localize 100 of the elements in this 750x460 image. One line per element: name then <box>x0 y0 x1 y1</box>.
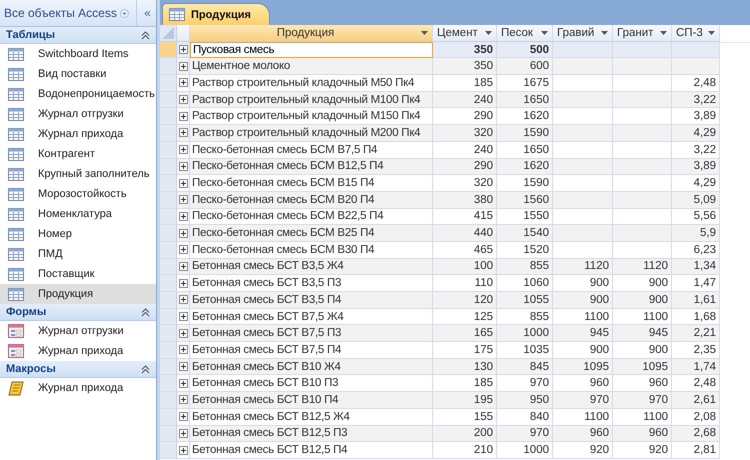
nav-item[interactable]: Журнал прихода <box>0 124 156 144</box>
table-cell: Бетонная смесь БСТ В10 П4 <box>190 392 433 409</box>
table-cell: 1095 <box>613 358 672 376</box>
table-icon <box>8 228 24 240</box>
table-cell: Песко-бетонная смесь БСМ В20 П4 <box>190 192 433 209</box>
table-cell: Раствор строительный кладочный М200 Пк4 <box>190 125 433 142</box>
expand-icon[interactable] <box>178 378 188 388</box>
table-icon <box>169 8 185 21</box>
column-header[interactable]: Гравий <box>553 25 613 42</box>
table-cell: 970 <box>553 392 613 409</box>
expand-icon[interactable] <box>178 145 188 154</box>
expand-icon[interactable] <box>178 312 188 322</box>
dropdown-icon[interactable] <box>120 6 129 20</box>
nav-item[interactable]: Журнал отгрузки <box>0 321 156 341</box>
table-cell: 920 <box>553 442 613 459</box>
table-cell: 1120 <box>553 258 613 276</box>
table-cell: 1095 <box>553 358 613 376</box>
table-cell: 2,68 <box>672 426 720 442</box>
table-cell: Пусковая смесь <box>190 42 433 58</box>
expand-icon[interactable] <box>178 295 188 304</box>
section-header[interactable]: Формы <box>0 304 156 321</box>
table-cell: Раствор строительный кладочный М100 Пк4 <box>190 92 433 108</box>
table-cell: 240 <box>433 92 497 108</box>
section-header[interactable]: Макросы <box>0 361 156 378</box>
table-cell <box>613 92 672 108</box>
table-cell <box>553 192 613 209</box>
table-cell <box>553 125 613 142</box>
section-header[interactable]: Таблицы <box>0 27 156 44</box>
expand-icon[interactable] <box>178 278 188 288</box>
table-cell: 195 <box>433 392 497 409</box>
nav-item[interactable]: Контрагент <box>0 144 156 164</box>
chevron-icon <box>141 364 150 374</box>
nav-item[interactable]: Продукция <box>0 284 156 304</box>
expand-icon[interactable] <box>178 195 188 204</box>
table-cell: 200 <box>433 426 497 442</box>
expand-icon[interactable] <box>178 45 188 54</box>
expand-icon[interactable] <box>178 328 188 338</box>
nav-item[interactable]: Номер <box>0 224 156 244</box>
table-cell: 350 <box>433 58 497 76</box>
expand-icon[interactable] <box>178 245 188 254</box>
column-header[interactable]: Цемент <box>433 25 497 42</box>
table-cell: 970 <box>613 392 672 409</box>
nav-item[interactable]: Крупный заполнитель <box>0 164 156 184</box>
nav-item[interactable]: Журнал прихода <box>0 341 156 361</box>
table-cell: 4,29 <box>672 125 720 142</box>
nav-item[interactable]: Switchboard Items <box>0 44 156 64</box>
expand-icon[interactable] <box>178 262 188 271</box>
expand-icon[interactable] <box>178 112 188 121</box>
expand-icon[interactable] <box>178 446 188 455</box>
table-cell: 1,74 <box>672 358 720 376</box>
nav-item[interactable]: Морозостойкость <box>0 184 156 204</box>
expand-icon[interactable] <box>178 128 188 138</box>
table-cell: 2,81 <box>672 442 720 459</box>
collapse-icon[interactable] <box>144 8 151 18</box>
nav-item[interactable]: Журнал отгрузки <box>0 104 156 124</box>
table-cell: 920 <box>613 442 672 459</box>
expand-icon[interactable] <box>178 95 188 104</box>
expand-icon[interactable] <box>178 178 188 188</box>
table-cell: 500 <box>497 42 553 58</box>
expand-icon[interactable] <box>178 395 188 404</box>
table-cell: 970 <box>497 426 553 442</box>
column-header[interactable]: Продукция <box>190 25 433 42</box>
column-header[interactable]: Гранит <box>613 25 672 42</box>
document-tab[interactable]: Продукция <box>162 3 270 25</box>
expand-icon[interactable] <box>178 428 188 438</box>
table-icon <box>8 68 24 80</box>
form-icon <box>8 324 24 338</box>
table-cell: Бетонная смесь БСТ В12,5 П4 <box>190 442 433 459</box>
table-cell: 100 <box>433 258 497 276</box>
nav-item[interactable]: Вид поставки <box>0 64 156 84</box>
expand-icon[interactable] <box>178 162 188 171</box>
nav-item[interactable]: Поставщик <box>0 264 156 284</box>
table-cell: Бетонная смесь БСТ В7,5 П3 <box>190 325 433 342</box>
table-icon <box>8 248 24 260</box>
table-cell: 5,09 <box>672 192 720 209</box>
nav-item[interactable]: Номенклатура <box>0 204 156 224</box>
expand-icon[interactable] <box>178 62 188 71</box>
column-header[interactable]: Песок <box>497 25 553 42</box>
nav-item[interactable]: Водонепроницаемость <box>0 84 156 104</box>
expand-icon[interactable] <box>178 412 188 422</box>
table-icon <box>8 288 24 300</box>
expand-icon[interactable] <box>178 78 188 88</box>
nav-item[interactable]: ПМД <box>0 244 156 264</box>
table-icon <box>8 208 24 220</box>
scroll-icon <box>8 380 24 396</box>
table-cell: Песко-бетонная смесь БСМ В25 П4 <box>190 225 433 242</box>
expand-icon[interactable] <box>178 362 188 372</box>
expand-icon[interactable] <box>178 212 188 221</box>
table-cell: Бетонная смесь БСТ В3,5 П4 <box>190 292 433 309</box>
table-cell <box>553 42 613 58</box>
table-cell <box>672 58 720 76</box>
table-icon <box>8 108 24 120</box>
table-cell: Бетонная смесь БСТ В12,5 П3 <box>190 426 433 442</box>
table-cell <box>553 158 613 176</box>
column-header[interactable]: СП-3 <box>672 25 720 42</box>
expand-icon[interactable] <box>178 228 188 238</box>
table-icon <box>8 268 24 280</box>
nav-item[interactable]: Журнал прихода <box>0 378 156 398</box>
table-cell <box>553 92 613 108</box>
expand-icon[interactable] <box>178 345 188 354</box>
